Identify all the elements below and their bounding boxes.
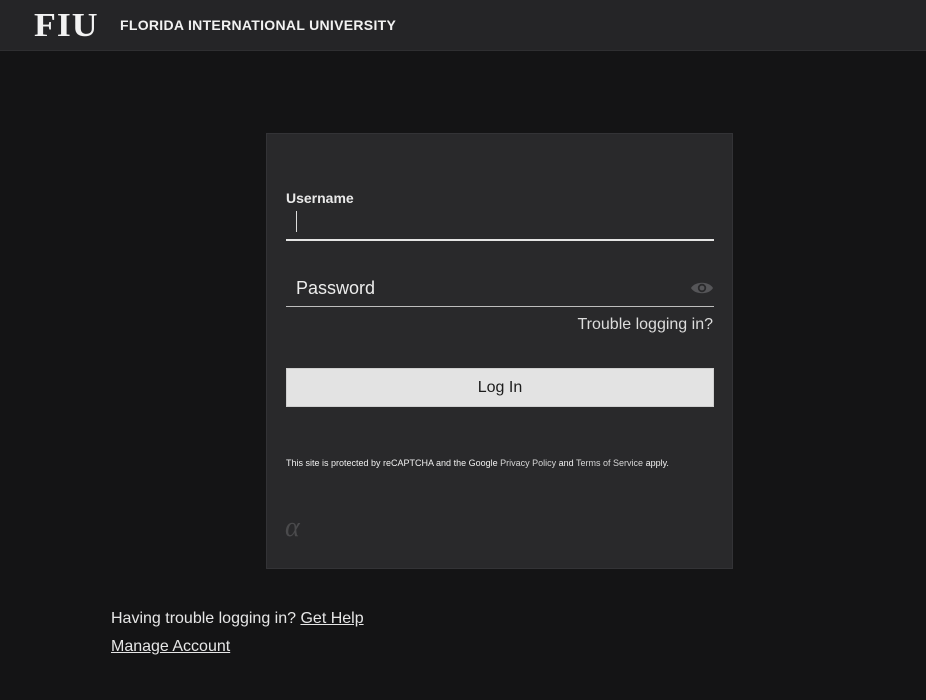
username-label: Username [286,190,354,206]
recaptcha-and-text: and [558,458,574,468]
fiu-logo[interactable]: FIU [34,9,99,43]
help-text: Having trouble logging in? Get Help [111,610,364,628]
top-header-bar: FIU FLORIDA INTERNATIONAL UNIVERSITY [0,0,926,51]
eye-icon[interactable] [690,279,714,297]
manage-account-link[interactable]: Manage Account [111,638,230,656]
terms-of-service-link[interactable]: Terms of Service [576,458,643,468]
privacy-policy-link[interactable]: Privacy Policy [500,458,556,468]
password-input[interactable] [286,270,714,307]
username-input[interactable] [286,208,714,241]
text-cursor [296,211,297,232]
help-prompt: Having trouble logging in? [111,610,297,627]
recaptcha-notice: This site is protected by reCAPTCHA and … [286,458,714,469]
trouble-logging-in-link[interactable]: Trouble logging in? [578,316,714,334]
login-card: Username Trouble logging in? Log In This… [266,133,733,569]
get-help-link[interactable]: Get Help [300,610,363,627]
alpha-icon: α [285,512,300,543]
recaptcha-prefix-text: This site is protected by reCAPTCHA and … [286,458,498,468]
log-in-button[interactable]: Log In [286,368,714,407]
university-name: FLORIDA INTERNATIONAL UNIVERSITY [120,17,397,33]
recaptcha-suffix-text: apply. [645,458,669,468]
